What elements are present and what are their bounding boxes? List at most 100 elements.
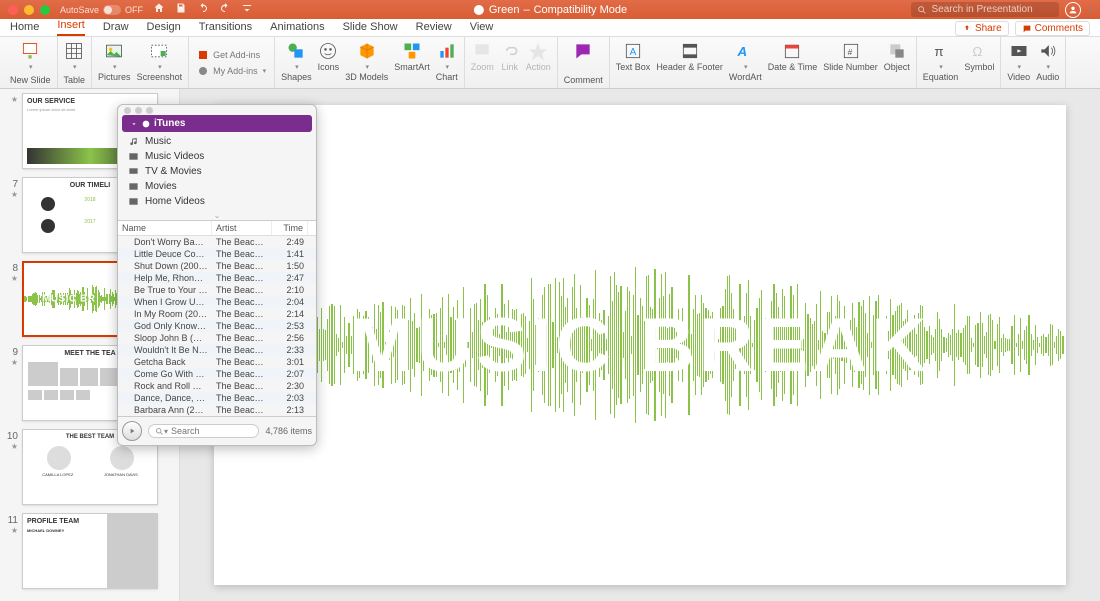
ribbon-tabs: Home Insert Draw Design Transitions Anim… xyxy=(0,19,1100,37)
media-item-music[interactable]: Music xyxy=(122,134,312,149)
play-button[interactable] xyxy=(122,421,142,441)
media-row[interactable]: Sloop John B (Sin...The Beach B...2:56 xyxy=(118,332,316,344)
media-row[interactable]: Little Deuce Coup...The Beach B...1:41 xyxy=(118,248,316,260)
media-table: Name Artist Time Don't Worry Baby...The … xyxy=(118,220,316,416)
audio-button[interactable]: ▾Audio xyxy=(1036,41,1059,83)
panel-max-icon[interactable] xyxy=(146,107,153,114)
video-button[interactable]: ▾Video xyxy=(1007,41,1030,83)
media-row[interactable]: God Only Knows (...The Beach B...2:53 xyxy=(118,320,316,332)
tab-view[interactable]: View xyxy=(470,21,494,36)
textbox-button[interactable]: AText Box xyxy=(616,41,651,73)
table-button[interactable]: ▾ xyxy=(64,41,84,71)
media-row[interactable]: Getcha BackThe Beach B...3:01 xyxy=(118,356,316,368)
svg-text:#: # xyxy=(847,47,852,57)
comments-button[interactable]: Comments xyxy=(1015,21,1090,36)
media-row[interactable]: Shut Down (2003...The Beach B...1:50 xyxy=(118,260,316,272)
user-avatar[interactable] xyxy=(1065,2,1081,18)
action-button: Action xyxy=(526,41,551,73)
doc-mode: Compatibility Mode xyxy=(534,4,628,16)
close-window-icon[interactable] xyxy=(8,5,18,15)
document-title: Green – Compatibility Mode xyxy=(473,4,627,16)
media-search[interactable]: ▾ xyxy=(148,424,259,438)
window-controls xyxy=(8,5,50,15)
zoom-button: Zoom xyxy=(471,41,494,73)
maximize-window-icon[interactable] xyxy=(40,5,50,15)
pictures-button[interactable]: ▾Pictures xyxy=(98,41,131,83)
home-icon[interactable] xyxy=(153,2,165,17)
col-time-header[interactable]: Time xyxy=(272,221,308,235)
link-button: Link xyxy=(500,41,520,73)
new-slide-button[interactable]: ▾ xyxy=(20,41,40,71)
tab-insert[interactable]: Insert xyxy=(57,19,85,36)
equation-button[interactable]: π▾Equation xyxy=(923,41,959,83)
date-time-button[interactable]: Date & Time xyxy=(768,41,818,73)
media-row[interactable]: Be True to Your Sc...The Beach B...2:10 xyxy=(118,284,316,296)
media-browser-panel: iTunes Music Music Videos TV & Movies Mo… xyxy=(117,104,317,446)
media-row[interactable]: In My Room (2001...The Beach B...2:14 xyxy=(118,308,316,320)
comments-label: Comments xyxy=(1035,23,1083,34)
media-category-itunes[interactable]: iTunes xyxy=(122,115,312,132)
media-item-movies[interactable]: Movies xyxy=(122,179,312,194)
icons-button[interactable]: Icons xyxy=(318,41,340,73)
svg-text:Ω: Ω xyxy=(973,44,983,59)
new-slide-label: New Slide xyxy=(10,76,51,86)
screenshot-button[interactable]: ▾Screenshot xyxy=(137,41,183,83)
col-artist-header[interactable]: Artist xyxy=(212,221,272,235)
media-row[interactable]: When I Grow Up (...The Beach B...2:04 xyxy=(118,296,316,308)
tab-home[interactable]: Home xyxy=(10,21,39,36)
chevron-down-icon[interactable]: ▾ xyxy=(1088,6,1092,14)
wordart-button[interactable]: A▾WordArt xyxy=(729,41,762,83)
smartart-button[interactable]: SmartArt xyxy=(394,41,430,73)
media-count: 4,786 items xyxy=(265,426,312,436)
tab-slideshow[interactable]: Slide Show xyxy=(343,21,398,36)
media-item-home-videos[interactable]: Home Videos xyxy=(122,194,312,209)
tab-animations[interactable]: Animations xyxy=(270,21,324,36)
media-item-music-videos[interactable]: Music Videos xyxy=(122,149,312,164)
comment-button[interactable] xyxy=(573,41,593,61)
search-icon xyxy=(917,5,927,15)
tab-transitions[interactable]: Transitions xyxy=(199,21,252,36)
slide-title-text: MUSIC BREAK xyxy=(350,302,930,389)
media-table-header: Name Artist Time xyxy=(118,221,316,236)
toggle-icon xyxy=(103,5,121,15)
get-addins-button[interactable]: Get Add-ins xyxy=(197,49,260,61)
chart-button[interactable]: ▾Chart xyxy=(436,41,458,83)
qat-more-icon[interactable] xyxy=(241,2,253,17)
panel-close-icon[interactable] xyxy=(124,107,131,114)
autosave-state: OFF xyxy=(125,5,143,15)
media-row[interactable]: Don't Worry Baby...The Beach B...2:49 xyxy=(118,236,316,248)
redo-icon[interactable] xyxy=(219,2,231,17)
autosave-label: AutoSave xyxy=(60,5,99,15)
share-button[interactable]: Share xyxy=(955,21,1009,36)
slide-number-button[interactable]: #Slide Number xyxy=(823,41,878,73)
media-search-input[interactable] xyxy=(171,426,221,436)
save-icon[interactable] xyxy=(175,2,187,17)
my-addins-button[interactable]: My Add-ins▾ xyxy=(197,65,266,77)
media-row[interactable]: Barbara Ann (200...The Beach B...2:13 xyxy=(118,404,316,416)
tab-design[interactable]: Design xyxy=(147,21,181,36)
search-input[interactable] xyxy=(931,4,1051,15)
slide-editor[interactable]: MUSIC BREAK xyxy=(180,89,1100,601)
panel-min-icon[interactable] xyxy=(135,107,142,114)
thumb-item[interactable]: 11★PROFILE TEAMMICHAEL DOWNEY xyxy=(4,513,175,589)
col-name-header[interactable]: Name xyxy=(118,221,212,235)
shapes-button[interactable]: ▾Shapes xyxy=(281,41,312,83)
media-item-tv-movies[interactable]: TV & Movies xyxy=(122,164,312,179)
autosave-toggle[interactable]: AutoSave OFF xyxy=(60,5,143,15)
media-row[interactable]: Dance, Dance, Da...The Beach B...2:03 xyxy=(118,392,316,404)
3d-models-button[interactable]: ▾3D Models xyxy=(345,41,388,83)
undo-icon[interactable] xyxy=(197,2,209,17)
tab-review[interactable]: Review xyxy=(416,21,452,36)
object-button[interactable]: Object xyxy=(884,41,910,73)
header-footer-button[interactable]: Header & Footer xyxy=(656,41,723,73)
search-presentation[interactable] xyxy=(911,2,1059,17)
media-panel-titlebar xyxy=(118,105,316,115)
media-row[interactable]: Come Go With MeThe Beach B...2:07 xyxy=(118,368,316,380)
media-row[interactable]: Help Me, Rhonda (...The Beach B...2:47 xyxy=(118,272,316,284)
media-row[interactable]: Wouldn't It Be Nic...The Beach B...2:33 xyxy=(118,344,316,356)
tab-draw[interactable]: Draw xyxy=(103,21,129,36)
minimize-window-icon[interactable] xyxy=(24,5,34,15)
current-slide[interactable]: MUSIC BREAK xyxy=(214,105,1066,585)
media-row[interactable]: Rock and Roll MusicThe Beach B...2:30 xyxy=(118,380,316,392)
media-table-rows: Don't Worry Baby...The Beach B...2:49Lit… xyxy=(118,236,316,416)
